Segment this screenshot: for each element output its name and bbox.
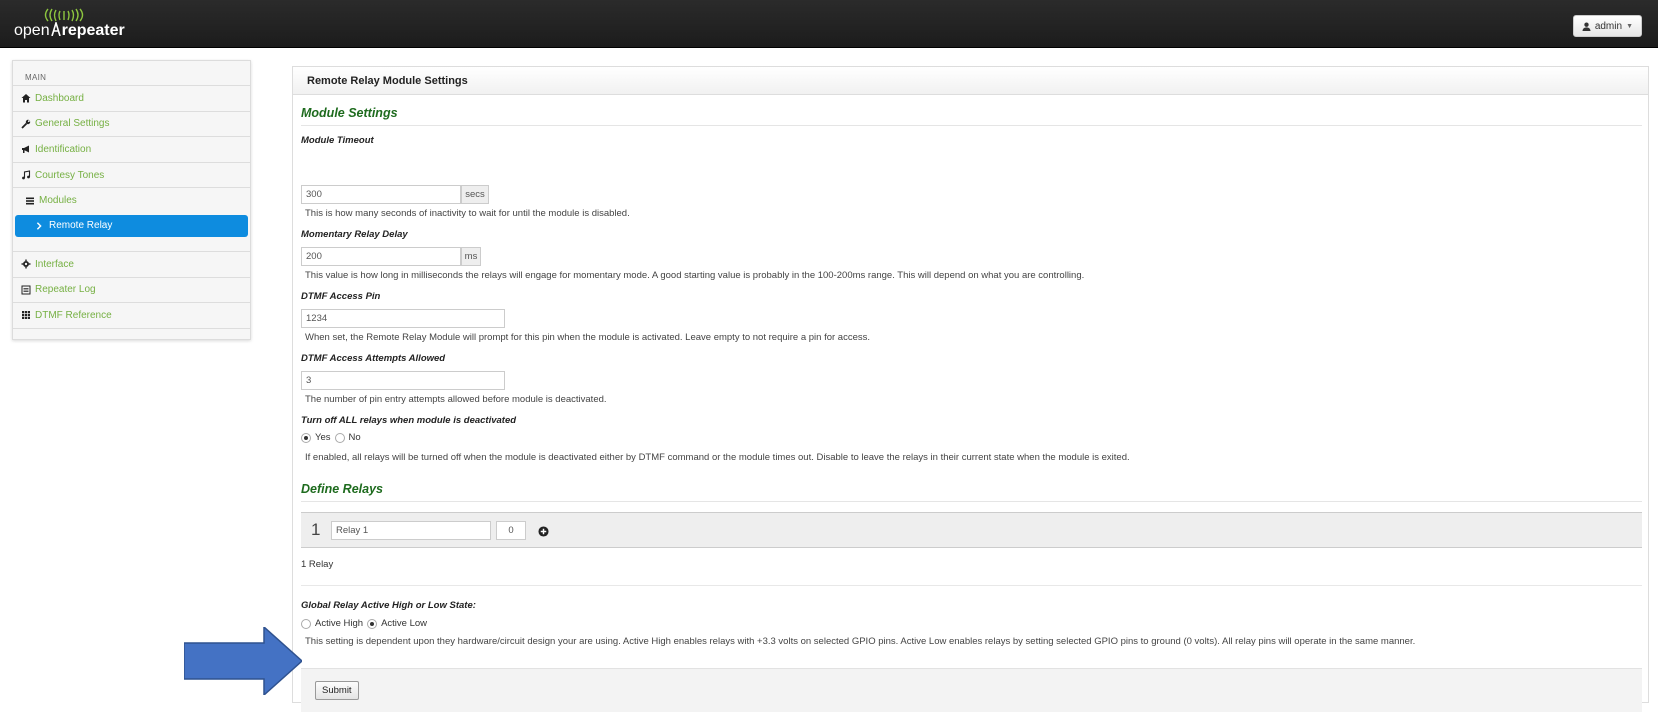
relay-delay-input[interactable]: 200 <box>301 247 461 266</box>
relay-number: 1 <box>311 520 321 539</box>
logo-text: open repeater <box>14 22 125 40</box>
module-timeout-help: This is how many seconds of inactivity t… <box>305 208 630 219</box>
openrepeater-logo[interactable]: open repeater <box>14 8 134 40</box>
sidebar-section-title: MAIN <box>25 73 47 82</box>
sidebar-item-remote-relay[interactable]: Remote Relay <box>15 214 248 237</box>
sidebar-item-label: Interface <box>35 258 74 270</box>
sidebar-item-label: Dashboard <box>35 92 84 104</box>
caret-down-icon: ▼ <box>1626 22 1633 30</box>
top-navbar: open repeater admin ▼ <box>0 0 1658 48</box>
relay-gpio-input[interactable]: 0 <box>496 521 526 540</box>
sidebar-item-dtmf-reference[interactable]: DTMF Reference <box>13 302 250 328</box>
turn-off-radio-group: Yes No <box>301 432 361 443</box>
add-relay-icon[interactable] <box>538 526 549 537</box>
active-high-radio[interactable] <box>301 618 311 629</box>
sidebar-item-label: Repeater Log <box>35 284 96 296</box>
home-icon <box>21 94 31 103</box>
active-low-label: Active Low <box>381 618 427 629</box>
dtmf-pin-help: When set, the Remote Relay Module will p… <box>305 332 871 343</box>
sidebar-item-interface[interactable]: Interface <box>13 250 250 277</box>
turn-off-no-label: No <box>348 432 361 443</box>
turn-off-relays-help: If enabled, all relays will be turned of… <box>305 452 1130 463</box>
settings-panel: Remote Relay Module Settings Module Sett… <box>292 66 1649 712</box>
relay-name-input[interactable]: Relay 1 <box>331 521 491 540</box>
list-icon <box>26 197 34 205</box>
sidebar-item-repeater-log[interactable]: Repeater Log <box>13 276 250 303</box>
logo-suffix: repeater <box>61 22 125 39</box>
music-icon <box>22 170 31 180</box>
sidebar-item-label: Identification <box>35 143 92 155</box>
dtmf-pin-label: DTMF Access Pin <box>301 291 381 302</box>
global-state-label: Global Relay Active High or Low State: <box>301 600 476 611</box>
sidebar-item-dashboard[interactable]: Dashboard <box>13 85 250 111</box>
module-settings-heading: Module Settings <box>301 106 1642 126</box>
active-low-radio[interactable] <box>367 618 378 629</box>
user-menu-button[interactable]: admin ▼ <box>1572 15 1642 37</box>
relay-delay-help: This value is how long in milliseconds t… <box>305 270 1085 281</box>
dtmf-attempts-help: The number of pin entry attempts allowed… <box>305 394 607 405</box>
gear-icon <box>21 259 31 269</box>
log-icon <box>21 285 31 295</box>
dtmf-pin-input[interactable]: 1234 <box>301 309 505 328</box>
active-high-label: Active High <box>315 618 364 629</box>
turn-off-no-radio[interactable] <box>334 432 345 443</box>
sidebar-item-general-settings[interactable]: General Settings <box>13 110 250 137</box>
dtmf-attempts-input[interactable]: 3 <box>301 371 505 390</box>
global-state-help: This setting is dependent upon they hard… <box>305 636 1416 647</box>
tower-icon <box>50 22 61 36</box>
sidebar-item-courtesy-tones[interactable]: Courtesy Tones <box>13 161 250 188</box>
sidebar-item-label: Modules <box>39 195 77 207</box>
sidebar-item-label: General Settings <box>35 118 110 130</box>
wrench-icon <box>21 119 31 129</box>
sidebar: MAIN Dashboard General Settings Identifi… <box>12 60 251 340</box>
submit-button[interactable]: Submit <box>315 681 359 700</box>
relay-delay-label: Momentary Relay Delay <box>301 229 408 240</box>
turn-off-yes-radio[interactable] <box>301 432 311 443</box>
delay-unit-addon: ms <box>461 247 481 266</box>
sidebar-item-label: Courtesy Tones <box>35 169 105 181</box>
sidebar-footer <box>13 327 250 342</box>
arrow-pointer-icon <box>184 627 302 695</box>
module-timeout-input[interactable]: 300 <box>301 185 461 204</box>
dtmf-attempts-label: DTMF Access Attempts Allowed <box>301 353 446 364</box>
user-menu-label: admin <box>1594 20 1623 32</box>
define-relays-heading: Define Relays <box>301 482 1642 502</box>
form-actions: Submit <box>301 668 1642 712</box>
module-timeout-label: Module Timeout <box>301 135 374 146</box>
divider <box>301 585 1642 586</box>
radio-waves-icon <box>44 8 84 22</box>
sidebar-item-label: Remote Relay <box>49 220 113 232</box>
grid-icon <box>22 311 30 320</box>
turn-off-relays-label: Turn off ALL relays when module is deact… <box>301 415 517 426</box>
logo-prefix: open <box>14 22 50 39</box>
sidebar-item-identification[interactable]: Identification <box>13 136 250 162</box>
sidebar-item-label: DTMF Reference <box>35 309 112 321</box>
relay-row: 1 Relay 1 0 <box>301 512 1642 548</box>
turn-off-yes-label: Yes <box>315 432 331 443</box>
global-state-radio-group: Active High Active Low <box>301 618 427 629</box>
timeout-unit-addon: secs <box>461 185 489 204</box>
user-icon <box>1582 22 1591 31</box>
chevron-right-icon <box>36 222 42 230</box>
relay-count: 1 Relay <box>301 559 334 570</box>
panel-title: Remote Relay Module Settings <box>293 67 1648 95</box>
bullhorn-icon <box>22 145 29 154</box>
sidebar-item-modules[interactable]: Modules <box>13 187 250 213</box>
